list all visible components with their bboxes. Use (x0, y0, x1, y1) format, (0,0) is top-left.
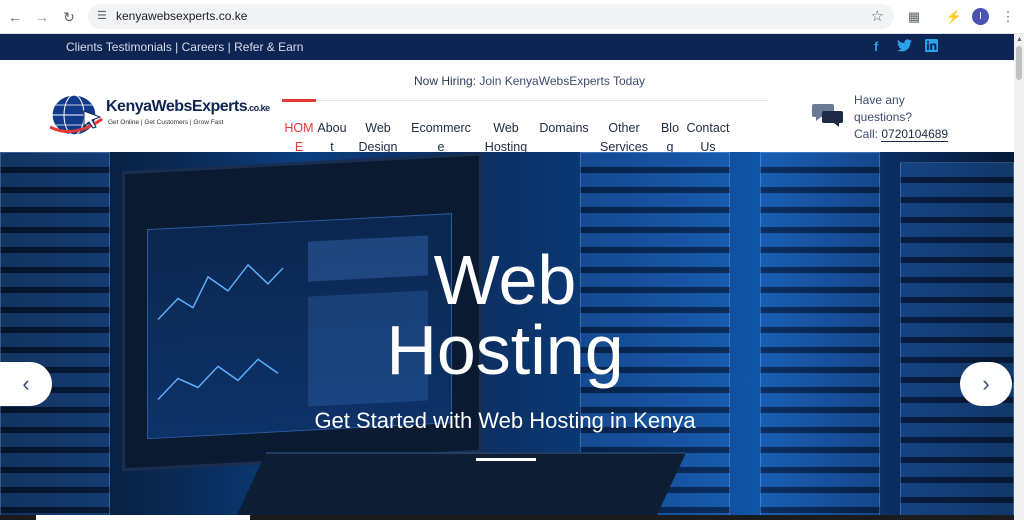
taskbar-item (36, 515, 250, 520)
address-bar[interactable]: ☰ kenyawebsexperts.co.ke ☆ (88, 4, 894, 29)
contact-block: Have any questions? Call: 0720104689 (854, 92, 949, 143)
logo-name: KenyaWebsExperts.co.ke (106, 98, 270, 115)
menu-icon[interactable]: ⋮ (998, 7, 1018, 27)
next-slide-button[interactable]: › (960, 362, 1012, 406)
url-text[interactable]: kenyawebsexperts.co.ke (116, 9, 247, 23)
chevron-left-icon: ‹ (22, 371, 30, 396)
globe-logo-icon (49, 94, 103, 136)
bookmark-star-icon[interactable]: ☆ (871, 7, 884, 25)
active-indicator (282, 99, 316, 102)
site-header: Now Hiring: Join KenyaWebsExperts Today … (0, 60, 1014, 153)
phone-link[interactable]: 0720104689 (881, 127, 949, 142)
server-rack (0, 152, 110, 520)
site-info-icon[interactable]: ☰ (97, 9, 107, 22)
refer-earn-link[interactable]: Refer & Earn (234, 40, 303, 54)
profile-avatar[interactable]: I (972, 8, 989, 25)
nav-web-hosting[interactable]: Web Hosting (474, 119, 538, 153)
performance-icon[interactable]: ⚡ (944, 7, 964, 27)
contact-line2: questions? (854, 110, 913, 124)
header-divider (282, 100, 768, 101)
nav-about[interactable]: About (316, 119, 348, 153)
hero-subtitle: Get Started with Web Hosting in Kenya (314, 408, 696, 433)
careers-link[interactable]: Careers (182, 40, 225, 54)
logo-tagline: Get Online | Get Customers | Grow Fast (108, 119, 224, 126)
extensions-icon[interactable]: ▦ (904, 7, 924, 27)
laptop-keyboard (233, 452, 687, 520)
chevron-right-icon: › (982, 371, 990, 396)
page-scrollbar[interactable]: ▲ (1014, 34, 1024, 520)
nav-web-design[interactable]: Web Design (348, 119, 408, 153)
facebook-icon[interactable]: f (874, 39, 878, 54)
separator: | (224, 40, 235, 54)
site-logo[interactable]: KenyaWebsExperts.co.ke Get Online | Get … (48, 93, 270, 138)
hero-title: Web Hosting (386, 241, 624, 389)
nav-other-services[interactable]: Other Services (590, 119, 658, 153)
hiring-link[interactable]: Join KenyaWebsExperts Today (479, 74, 645, 88)
browser-toolbar: ← → ↻ ☰ kenyawebsexperts.co.ke ☆ ▦ ⚡ I ⋮ (0, 0, 1024, 34)
forward-icon[interactable]: → (32, 7, 52, 27)
testimonials-link[interactable]: Clients Testimonials (66, 40, 172, 54)
server-rack (900, 162, 1014, 520)
top-links: Clients Testimonials | Careers | Refer &… (66, 40, 303, 54)
twitter-icon[interactable] (897, 39, 912, 55)
hero-underline (476, 458, 536, 461)
nav-domains[interactable]: Domains (538, 119, 590, 153)
top-bar: Clients Testimonials | Careers | Refer &… (0, 34, 1014, 60)
nav-contact-us[interactable]: Contact Us (682, 119, 734, 153)
scroll-thumb[interactable] (1016, 46, 1022, 80)
chat-bubbles-icon (812, 104, 843, 127)
nav-home[interactable]: HOME (282, 119, 316, 153)
call-label: Call: (854, 127, 879, 141)
main-nav: HOME About Web Design Ecommerce Web Host… (282, 119, 734, 153)
hero-slider: Web Hosting Get Started with Web Hosting… (0, 152, 1014, 520)
hiring-label: Now Hiring: (414, 74, 477, 88)
contact-line1: Have any (854, 93, 905, 107)
reload-icon[interactable]: ↻ (59, 7, 79, 27)
server-rack (760, 152, 880, 520)
nav-blog[interactable]: Blog (658, 119, 682, 153)
separator: | (171, 40, 182, 54)
prev-slide-button[interactable]: ‹ (0, 362, 52, 406)
scroll-up-icon[interactable]: ▲ (1016, 36, 1023, 43)
nav-ecommerce[interactable]: Ecommerce (408, 119, 474, 153)
hiring-banner[interactable]: Now Hiring: Join KenyaWebsExperts Today (414, 74, 645, 88)
back-icon[interactable]: ← (5, 7, 25, 27)
linkedin-icon[interactable] (925, 39, 938, 55)
